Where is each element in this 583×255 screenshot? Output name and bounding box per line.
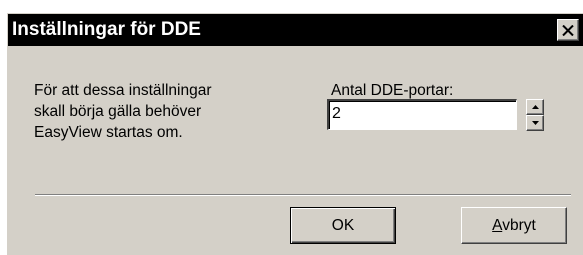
dde-ports-label: Antal DDE-portar:: [331, 82, 454, 99]
restart-info-text: För att dessa inställningar skall börja …: [34, 80, 211, 143]
separator: [35, 194, 571, 196]
close-icon: [562, 24, 574, 36]
spin-down-button[interactable]: [526, 115, 544, 131]
cancel-button-label: Avbryt: [492, 217, 536, 235]
close-button[interactable]: [557, 19, 579, 41]
dde-ports-input[interactable]: 2: [327, 99, 517, 130]
spin-down-icon: [531, 121, 539, 125]
ok-button[interactable]: OK: [290, 207, 396, 244]
ok-button-label: OK: [331, 216, 355, 234]
info-line: För att dessa inställningar: [34, 82, 212, 99]
info-line: EasyView startas om.: [34, 124, 183, 141]
title-bar[interactable]: Inställningar för DDE: [8, 14, 583, 46]
cancel-label-rest: vbryt: [502, 216, 536, 234]
dde-ports-spinner: [526, 99, 544, 131]
dialog-title: Inställningar för DDE: [12, 19, 201, 40]
cancel-button[interactable]: Avbryt: [461, 207, 567, 244]
cancel-mnemonic: A: [492, 216, 503, 234]
info-line: skall börja gälla behöver: [34, 103, 202, 120]
spin-up-button[interactable]: [526, 99, 544, 115]
dde-settings-dialog: Inställningar för DDE För att dessa inst…: [7, 13, 583, 255]
spin-up-icon: [531, 105, 539, 109]
